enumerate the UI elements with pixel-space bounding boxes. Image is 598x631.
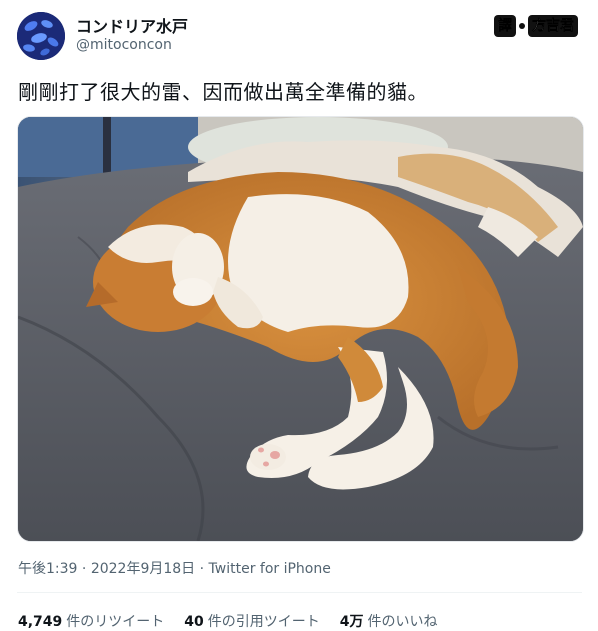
tweet-time[interactable]: 午後1:39 xyxy=(18,561,77,577)
meta-separator: · xyxy=(77,561,91,577)
retweet-count-number: 4,749 xyxy=(18,614,63,630)
retweet-count[interactable]: 4,749 件のリツイート xyxy=(18,611,164,631)
quote-count-label: 件の引用ツイート xyxy=(207,614,320,630)
avatar[interactable] xyxy=(17,12,65,60)
author-handle[interactable]: @mitoconcon xyxy=(76,37,172,53)
divider xyxy=(17,592,582,593)
like-count-number: 4万 xyxy=(339,614,364,630)
tweet-stats: 4,749 件のリツイート 40 件の引用ツイート 4万 件のいいね xyxy=(18,611,438,631)
tweet-date[interactable]: 2022年9月18日 xyxy=(91,561,195,577)
like-count[interactable]: 4万 件のいいね xyxy=(340,611,438,631)
retweet-count-label: 件のリツイート xyxy=(66,614,165,630)
author-display-name[interactable]: コンドリア水戸 xyxy=(76,13,188,37)
tweet-photo[interactable] xyxy=(17,116,584,542)
tweet-meta: 午後1:39 · 2022年9月18日 · Twitter for iPhone xyxy=(18,558,331,578)
avatar-image xyxy=(17,12,65,60)
translator-mark: 譯 xyxy=(494,15,516,37)
tweet-text: 剛剛打了很大的雷、因而做出萬全準備的貓。 xyxy=(18,80,428,104)
badge-dot-icon xyxy=(519,23,525,29)
tweet-source[interactable]: Twitter for iPhone xyxy=(209,561,331,577)
quote-count-number: 40 xyxy=(184,614,204,630)
translator-badge: 譯 方吉君 xyxy=(494,14,578,38)
meta-separator: · xyxy=(195,561,209,577)
like-count-label: 件のいいね xyxy=(367,614,438,630)
translator-name: 方吉君 xyxy=(528,15,578,37)
quote-tweet-count[interactable]: 40 件の引用ツイート xyxy=(184,611,319,631)
cat-photo-image xyxy=(18,117,583,541)
